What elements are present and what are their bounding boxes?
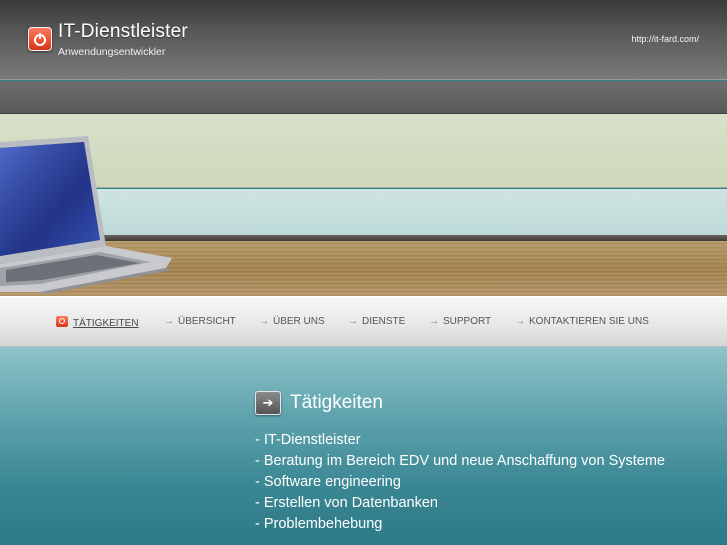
list-item: - IT-Dienstleister [255,432,361,448]
activity-list: - IT-Dienstleister - Beratung im Bereich… [255,430,682,535]
nav-item-label: SUPPORT [443,316,492,327]
nav-item-label: KONTAKTIEREN SIE UNS [529,316,649,327]
nav-item-label: ÜBERSICHT [178,316,236,327]
nav-item-kontakt[interactable]: → KONTAKTIEREN SIE UNS [515,316,649,327]
arrow-right-icon: → [259,316,269,327]
list-item: - Software engineering [255,474,401,490]
laptop-illustration [0,136,172,294]
nav-item-label: DIENSTE [362,316,406,327]
arrow-right-icon: → [348,316,358,327]
nav-item-dienste[interactable]: → DIENSTE [348,316,405,327]
nav-item-support[interactable]: → SUPPORT [429,316,491,327]
nav-item-taetigkeiten[interactable]: TÄTIGKEITEN [56,316,139,329]
banner-image [0,114,727,296]
arrow-right-icon: → [515,316,525,327]
site-subtitle: Anwendungsentwickler [58,46,166,58]
power-icon[interactable] [28,27,52,51]
list-item: - Erstellen von Datenbanken [255,495,438,511]
list-item: - Beratung im Bereich EDV und neue Ansch… [255,453,666,469]
header-band [0,81,727,114]
main-nav: TÄTIGKEITEN → ÜBERSICHT → ÜBER UNS → DIENST… [0,296,727,347]
arrow-right-icon: → [429,316,439,327]
nav-item-label: ÜBER UNS [273,316,325,327]
arrow-right-icon: ➔ [255,391,281,415]
nav-item-label: TÄTIGKEITEN [73,318,139,329]
arrow-right-icon: → [164,316,174,327]
nav-item-uebersicht[interactable]: → ÜBERSICHT [164,316,236,327]
power-icon [56,316,68,327]
header: IT-Dienstleister Anwendungsentwickler ht… [0,0,727,80]
list-item: - Problembehebung [255,516,383,532]
nav-item-ueber-uns[interactable]: → ÜBER UNS [259,316,325,327]
site-title[interactable]: IT-Dienstleister [58,21,188,43]
page: IT-Dienstleister Anwendungsentwickler ht… [0,0,727,545]
section-title: Tätigkeiten [290,392,383,413]
site-url-link[interactable]: http://it-fard.com/ [631,34,699,44]
